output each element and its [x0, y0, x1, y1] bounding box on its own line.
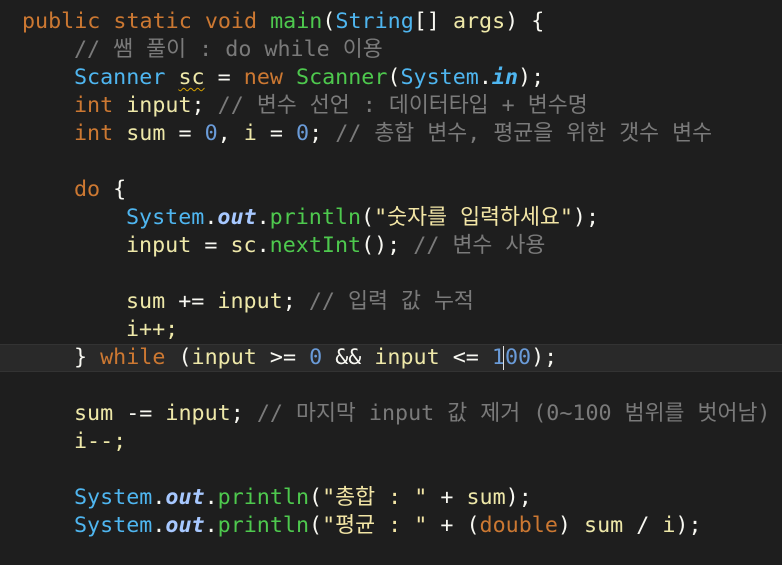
constructor-scanner: Scanner [296, 65, 388, 90]
variable-sc: sc [230, 233, 257, 258]
type-system: System [400, 65, 479, 90]
keyword-new: new [243, 65, 283, 90]
keyword-public: public [22, 9, 101, 34]
type-string: String [335, 9, 414, 34]
code-line-18: System.out.println("총합 : " + sum); [74, 485, 532, 510]
increment-i: i++; [126, 317, 179, 342]
field-out: out [165, 513, 205, 538]
field-out: out [165, 485, 205, 510]
code-line-16: i--; [74, 428, 126, 456]
string-literal: "총합 : " [322, 485, 428, 510]
code-line-7: do { [74, 177, 127, 202]
variable-sum: sum [126, 121, 166, 146]
number-zero: 0 [296, 121, 310, 146]
field-in: in [491, 65, 519, 90]
comment-line-5: // 총합 변수, 평균을 위한 갯수 변수 [335, 121, 713, 146]
keyword-int: int [74, 121, 114, 146]
variable-i: i [662, 513, 676, 538]
assign-op: = [217, 65, 231, 90]
comment-line-11: // 입력 값 누적 [308, 289, 474, 314]
number-zero: 0 [204, 121, 218, 146]
code-line-12: i++; [126, 316, 178, 344]
method-println: println [217, 513, 310, 538]
code-line-19: System.out.println("평균 : " + (double) su… [74, 513, 702, 538]
variable-input: input [126, 233, 192, 258]
type-system: System [74, 513, 153, 538]
type-scanner: Scanner [74, 65, 166, 90]
type-system: System [74, 485, 153, 510]
code-line-11: sum += input; // 입력 값 누적 [126, 289, 474, 314]
method-println: println [269, 205, 362, 230]
code-line-15: sum -= input; // 마지막 input 값 제거 (0~100 범… [74, 401, 771, 426]
number-zero: 0 [309, 345, 323, 370]
variable-input: input [126, 93, 192, 118]
comment-line-4: // 변수 선언 : 데이터타입 + 변수명 [217, 93, 588, 118]
brace-open: ) { [505, 9, 545, 34]
code-line-8: System.out.println("숫자를 입력하세요"); [126, 205, 600, 230]
type-system: System [126, 205, 205, 230]
code-line-4: int input; // 변수 선언 : 데이터타입 + 변수명 [74, 93, 588, 118]
method-println: println [217, 485, 310, 510]
string-literal: "숫자를 입력하세요" [374, 205, 573, 230]
keyword-do: do [74, 177, 101, 202]
number-hundred: 100 [491, 345, 532, 370]
keyword-while: while [100, 345, 166, 370]
keyword-static: static [113, 9, 192, 34]
variable-sum: sum [126, 289, 166, 314]
variable-input: input [165, 401, 231, 426]
text-cursor [503, 346, 504, 370]
code-line-2: // 쌤 풀이 : do while 이용 [74, 36, 383, 64]
code-line-5: int sum = 0, i = 0; // 총합 변수, 평균을 위한 갯수 … [74, 121, 713, 146]
variable-sum: sum [584, 513, 624, 538]
code-line-9: input = sc.nextInt(); // 변수 사용 [126, 233, 546, 258]
comment-line-15: // 마지막 input 값 제거 (0~100 범위를 벗어남) [256, 401, 771, 426]
method-main: main [270, 9, 323, 34]
field-out: out [217, 205, 257, 230]
code-line-1: public static void main(String[] args) { [22, 9, 545, 34]
array-brackets: [] [413, 9, 440, 34]
string-literal: "평균 : " [322, 513, 428, 538]
comment-line-2: // 쌤 풀이 : do while 이용 [74, 37, 383, 62]
comment-line-9: // 변수 사용 [413, 233, 546, 258]
code-line-3: Scanner sc = new Scanner(System.in); [74, 65, 545, 90]
code-editor[interactable]: public static void main(String[] args) {… [0, 0, 782, 565]
keyword-void: void [204, 9, 258, 34]
code-line-13: } while (input >= 0 && input <= 100); [74, 345, 558, 370]
variable-input: input [191, 345, 257, 370]
variable-sc-warning: sc [178, 65, 205, 90]
variable-i: i [243, 121, 257, 146]
method-nextint: nextInt [269, 233, 362, 258]
variable-input: input [374, 345, 440, 370]
keyword-int: int [74, 93, 114, 118]
param-args: args [452, 9, 506, 34]
decrement-i: i--; [74, 429, 127, 454]
variable-sum: sum [466, 485, 506, 510]
variable-input: input [217, 289, 283, 314]
keyword-double: double [479, 513, 558, 538]
variable-sum: sum [74, 401, 114, 426]
